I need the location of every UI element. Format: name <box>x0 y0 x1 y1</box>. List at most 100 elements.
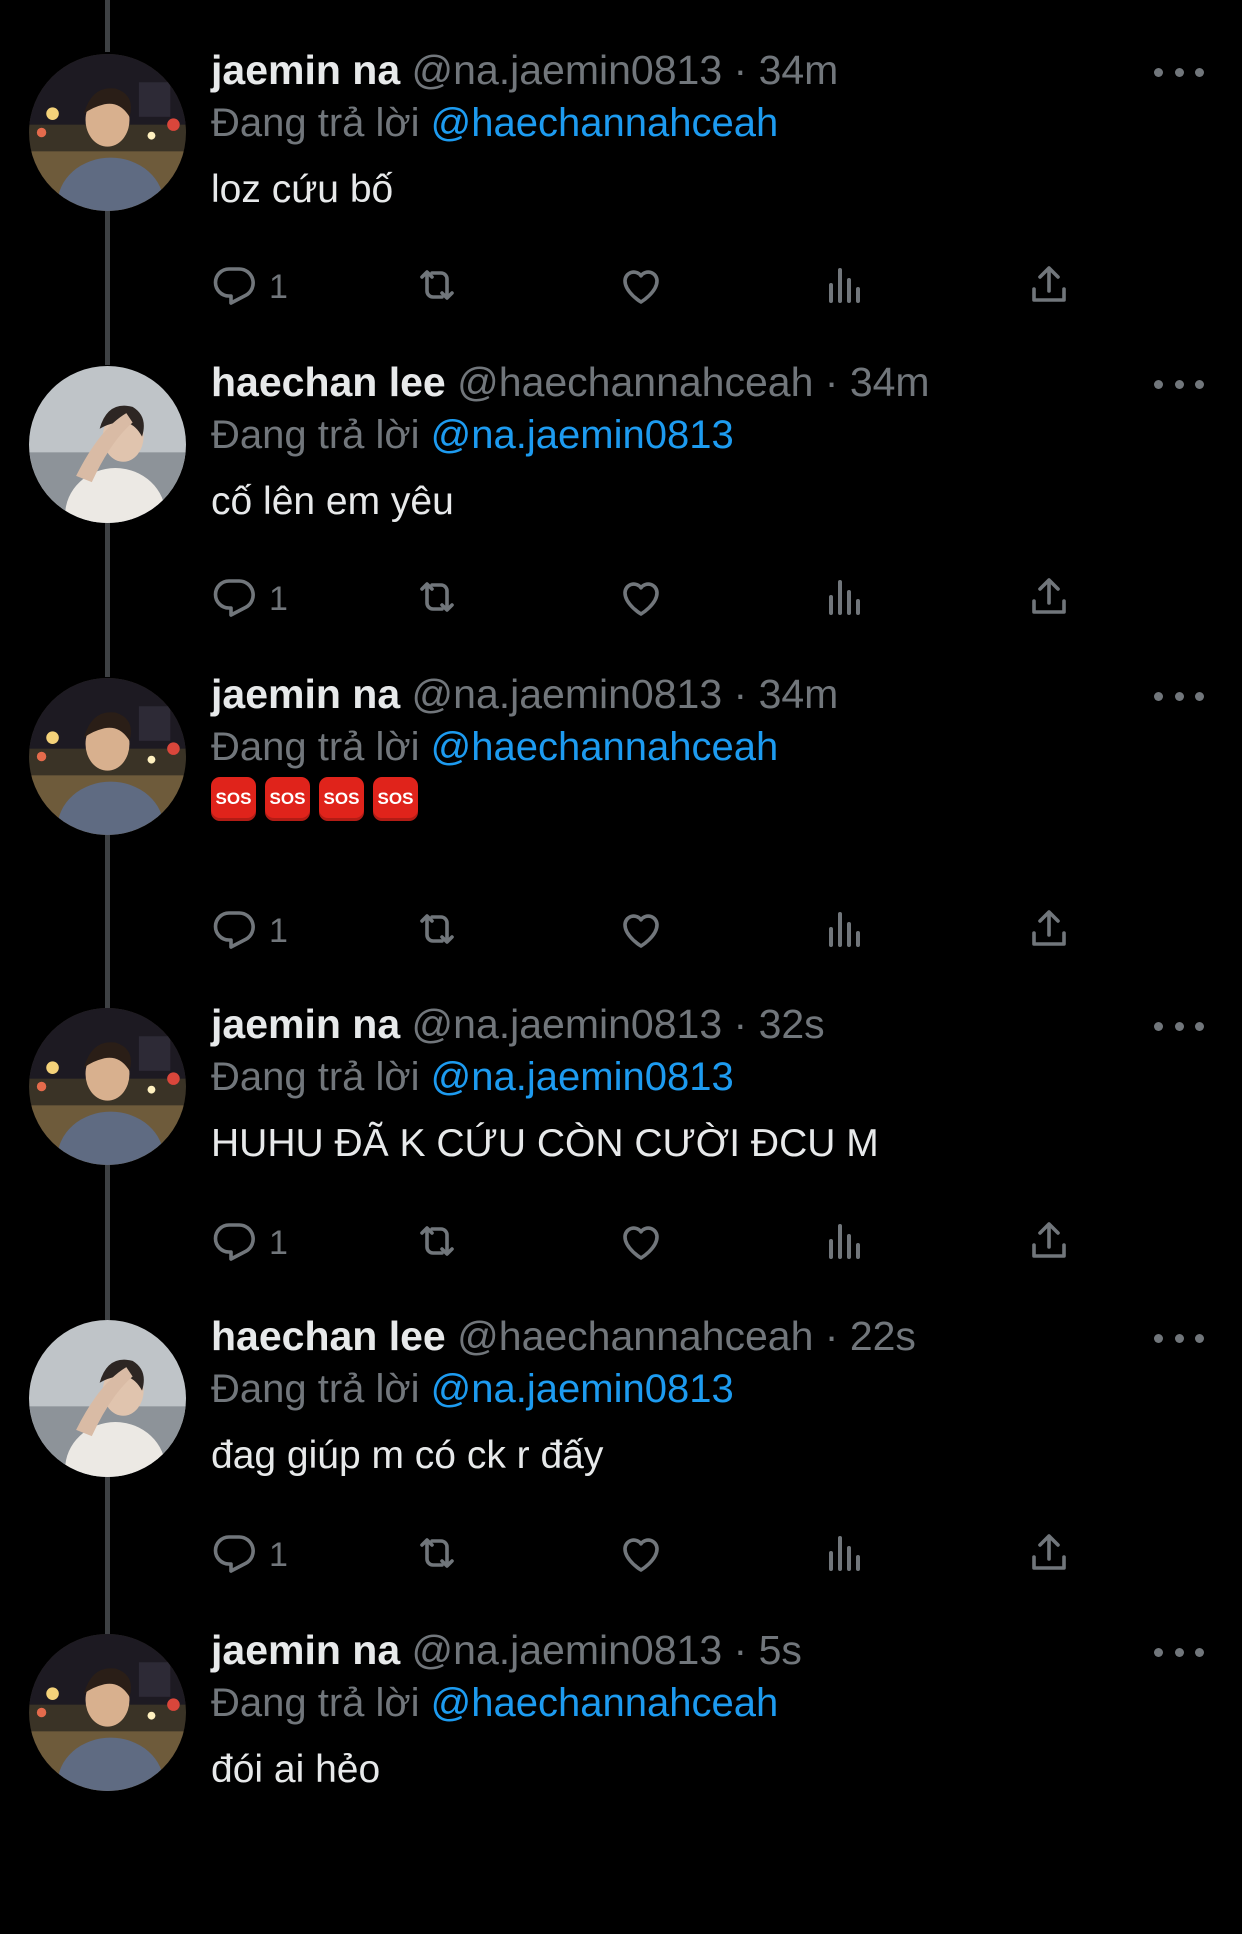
retweet-button[interactable] <box>413 259 461 315</box>
handle[interactable]: @na.jaemin0813 <box>412 1627 723 1673</box>
mention-link[interactable]: @haechannahceah <box>431 1681 779 1725</box>
retweet-button[interactable] <box>413 1527 461 1583</box>
mention-link[interactable]: @haechannahceah <box>431 101 779 145</box>
views-button[interactable] <box>821 1215 869 1271</box>
replying-to: Đang trả lời @na.jaemin0813 <box>211 1049 734 1105</box>
tweet-body: đag giúp m có ck r đấy <box>211 1434 604 1477</box>
action-bar: 1 <box>211 903 1111 959</box>
like-icon <box>617 1529 665 1582</box>
reply-button[interactable]: 1 <box>211 259 288 315</box>
tweet-header: jaemin na @na.jaemin0813 · 5s <box>211 1622 802 1678</box>
share-button[interactable] <box>1025 259 1073 315</box>
reply-count: 1 <box>269 267 288 306</box>
mention-link[interactable]: @na.jaemin0813 <box>431 1055 734 1099</box>
tweet[interactable]: haechan lee @haechannahceah · 22s Đang tr… <box>0 1308 1242 1620</box>
share-button[interactable] <box>1025 1215 1073 1271</box>
handle[interactable]: @haechannahceah <box>457 359 813 405</box>
retweet-button[interactable] <box>413 1215 461 1271</box>
tweet-header: jaemin na @na.jaemin0813 · 32s <box>211 996 825 1052</box>
display-name[interactable]: jaemin na <box>211 1001 400 1047</box>
like-button[interactable] <box>617 903 665 959</box>
tweet-header: jaemin na @na.jaemin0813 · 34m <box>211 42 838 98</box>
separator: · <box>813 1313 850 1359</box>
views-button[interactable] <box>821 259 869 315</box>
tweet[interactable]: haechan lee @haechannahceah · 34m Đang tr… <box>0 354 1242 666</box>
replying-to-label: Đang trả lời <box>211 413 431 457</box>
tweet-header: haechan lee @haechannahceah · 22s <box>211 1308 916 1364</box>
avatar[interactable] <box>29 366 186 523</box>
share-button[interactable] <box>1025 571 1073 627</box>
handle[interactable]: @na.jaemin0813 <box>412 1001 723 1047</box>
avatar[interactable] <box>29 1320 186 1477</box>
sos-emoji: SOS <box>373 777 418 821</box>
reply-count: 1 <box>269 1535 288 1574</box>
timestamp[interactable]: 32s <box>759 1001 825 1047</box>
display-name[interactable]: jaemin na <box>211 47 400 93</box>
reply-thread: jaemin na @na.jaemin0813 · 34m Đang trả l… <box>0 0 1242 1818</box>
reply-button[interactable]: 1 <box>211 1215 288 1271</box>
mention-link[interactable]: @na.jaemin0813 <box>431 413 734 457</box>
views-button[interactable] <box>821 571 869 627</box>
like-icon <box>617 905 665 958</box>
timestamp[interactable]: 34m <box>759 47 839 93</box>
avatar[interactable] <box>29 54 186 211</box>
sos-emoji: SOS <box>265 777 310 821</box>
display-name[interactable]: haechan lee <box>211 1313 446 1359</box>
timestamp[interactable]: 34m <box>759 671 839 717</box>
avatar[interactable] <box>29 678 186 835</box>
views-button[interactable] <box>821 1527 869 1583</box>
reply-count: 1 <box>269 911 288 950</box>
more-icon[interactable] <box>1154 686 1204 706</box>
reply-count: 1 <box>269 579 288 618</box>
mention-link[interactable]: @haechannahceah <box>431 725 779 769</box>
mention-link[interactable]: @na.jaemin0813 <box>431 1367 734 1411</box>
more-icon[interactable] <box>1154 62 1204 82</box>
tweet[interactable]: jaemin na @na.jaemin0813 · 34m Đang trả l… <box>0 666 1242 978</box>
display-name[interactable]: jaemin na <box>211 1627 400 1673</box>
views-icon <box>821 905 869 958</box>
retweet-button[interactable] <box>413 903 461 959</box>
share-icon <box>1025 261 1073 314</box>
reply-icon <box>211 261 259 314</box>
tweet[interactable]: jaemin na @na.jaemin0813 · 34m Đang trả l… <box>0 42 1242 354</box>
like-button[interactable] <box>617 1215 665 1271</box>
replying-to-label: Đang trả lời <box>211 1367 431 1411</box>
avatar[interactable] <box>29 1008 186 1165</box>
share-button[interactable] <box>1025 903 1073 959</box>
more-icon[interactable] <box>1154 1642 1204 1662</box>
action-bar: 1 <box>211 1527 1111 1583</box>
more-icon[interactable] <box>1154 1016 1204 1036</box>
handle[interactable]: @na.jaemin0813 <box>412 47 723 93</box>
share-icon <box>1025 573 1073 626</box>
timestamp[interactable]: 22s <box>850 1313 916 1359</box>
retweet-button[interactable] <box>413 571 461 627</box>
share-button[interactable] <box>1025 1527 1073 1583</box>
reply-button[interactable]: 1 <box>211 1527 288 1583</box>
replying-to: Đang trả lời @na.jaemin0813 <box>211 407 734 463</box>
separator: · <box>813 359 850 405</box>
reply-button[interactable]: 1 <box>211 571 288 627</box>
reply-icon <box>211 1529 259 1582</box>
action-bar: 1 <box>211 259 1111 315</box>
like-button[interactable] <box>617 1527 665 1583</box>
tweet[interactable]: jaemin na @na.jaemin0813 · 32s Đang trả l… <box>0 996 1242 1308</box>
action-bar: 1 <box>211 571 1111 627</box>
display-name[interactable]: haechan lee <box>211 359 446 405</box>
like-button[interactable] <box>617 571 665 627</box>
timestamp[interactable]: 34m <box>850 359 930 405</box>
share-icon <box>1025 1217 1073 1270</box>
display-name[interactable]: jaemin na <box>211 671 400 717</box>
reply-button[interactable]: 1 <box>211 903 288 959</box>
reply-icon <box>211 905 259 958</box>
timestamp[interactable]: 5s <box>759 1627 802 1673</box>
like-button[interactable] <box>617 259 665 315</box>
tweet[interactable]: jaemin na @na.jaemin0813 · 5s Đang trả lờ… <box>0 1622 1242 1934</box>
avatar[interactable] <box>29 1634 186 1791</box>
tweet-body: HUHU ĐÃ K CỨU CÒN CƯỜI ĐCU M <box>211 1122 879 1165</box>
more-icon[interactable] <box>1154 374 1204 394</box>
replying-to: Đang trả lời @haechannahceah <box>211 1675 778 1731</box>
views-button[interactable] <box>821 903 869 959</box>
more-icon[interactable] <box>1154 1328 1204 1348</box>
handle[interactable]: @na.jaemin0813 <box>412 671 723 717</box>
handle[interactable]: @haechannahceah <box>457 1313 813 1359</box>
